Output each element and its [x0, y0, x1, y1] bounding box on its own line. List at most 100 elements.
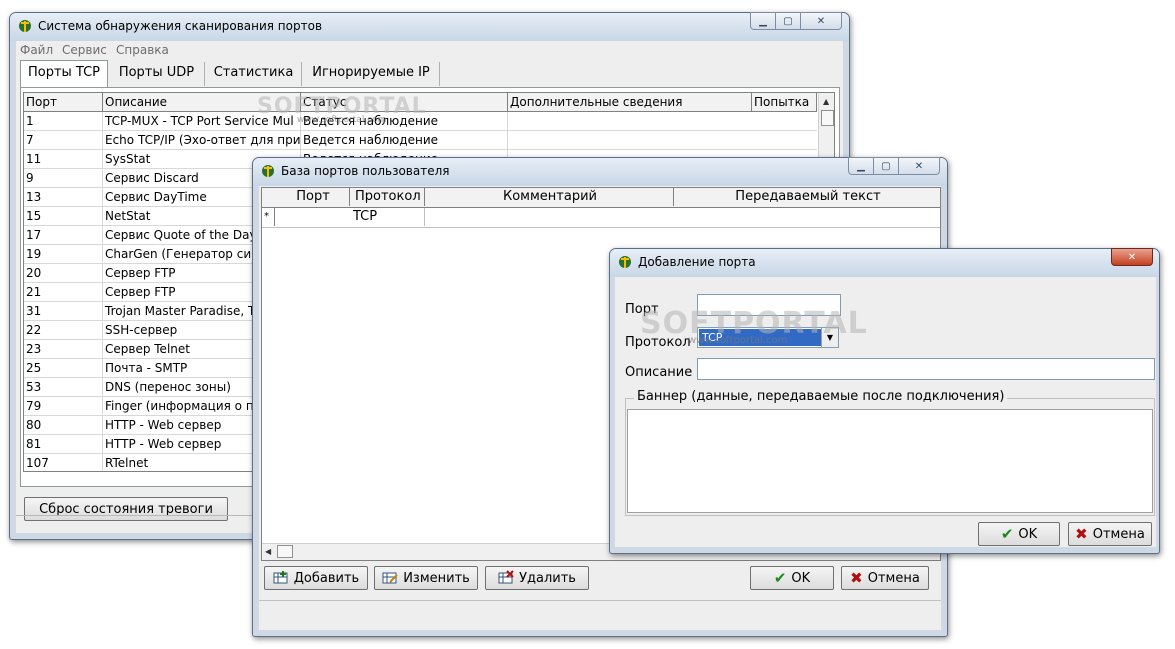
userdb-row[interactable]: * TCP	[262, 208, 940, 228]
cell-port: 19	[24, 245, 103, 263]
tab-tcp-ports[interactable]: Порты TCP	[20, 60, 108, 87]
cell-port: 1	[24, 112, 103, 130]
userdb-col-port[interactable]: Порт	[275, 188, 350, 206]
cell-port: 23	[24, 340, 103, 358]
userdb-ok-button[interactable]: ✔ OK	[750, 566, 834, 590]
userdb-titlebar[interactable]: База портов пользователя ▁ ▢ ✕	[253, 157, 947, 186]
cell-port: 13	[24, 188, 103, 206]
userdb-grid-header: Порт Протокол Комментарий Передаваемый т…	[262, 188, 940, 208]
addport-title: Добавление порта	[638, 255, 756, 269]
addport-ok-label: OK	[1018, 526, 1038, 542]
banner-legend: Баннер (данные, передаваемые после подкл…	[634, 389, 1008, 404]
maximize-icon: ▢	[881, 160, 891, 172]
userdb-title: База портов пользователя	[281, 164, 450, 178]
tab-ignored-label: Игнорируемые IP	[312, 65, 430, 80]
col-port[interactable]: Порт	[24, 93, 103, 111]
check-icon: ✔	[773, 569, 787, 587]
scroll-thumb[interactable]	[821, 110, 834, 126]
app-icon	[619, 256, 631, 268]
edit-button[interactable]: Изменить	[374, 566, 478, 590]
cell-status: Ведется наблюдение	[301, 131, 508, 149]
description-label: Описание	[625, 365, 693, 380]
cell-port: 53	[24, 378, 103, 396]
add-button[interactable]: Добавить	[264, 566, 368, 590]
hscroll-thumb[interactable]	[277, 545, 293, 558]
scroll-left-arrow[interactable]: ◀	[265, 547, 271, 556]
delete-button[interactable]: Удалить	[485, 566, 589, 590]
cell-port: 17	[24, 226, 103, 244]
minimize-icon: ▁	[857, 160, 865, 172]
close-button[interactable]: ✕	[800, 12, 842, 30]
cell-port: 11	[24, 150, 103, 168]
tab-statistics-label: Статистика	[213, 65, 294, 80]
cell-port: 15	[24, 207, 103, 225]
minimize-icon: ▁	[759, 15, 767, 27]
userdb-col-comment[interactable]: Комментарий	[425, 188, 674, 206]
cell-port: 22	[24, 321, 103, 339]
row-protocol[interactable]: TCP	[350, 208, 425, 226]
col-extra[interactable]: Дополнительные сведения	[508, 93, 752, 111]
menu-service[interactable]: Сервис	[62, 43, 107, 57]
menu-file[interactable]: Файл	[20, 43, 53, 57]
userdb-maximize-button[interactable]: ▢	[873, 157, 899, 175]
addport-titlebar[interactable]: Добавление порта ✕	[610, 248, 1159, 277]
userdb-col-protocol[interactable]: Протокол	[350, 188, 425, 206]
cell-port: 7	[24, 131, 103, 149]
userdb-cancel-label: Отмена	[867, 570, 920, 586]
userdb-cancel-button[interactable]: ✖ Отмена	[841, 566, 929, 590]
tab-statistics[interactable]: Статистика	[206, 62, 302, 86]
watermark: SOFTPORTAL www.softportal.com	[257, 94, 427, 125]
add-record-icon	[273, 571, 288, 584]
cell-port: 80	[24, 416, 103, 434]
description-input[interactable]	[697, 358, 1155, 380]
delete-label: Удалить	[519, 570, 576, 586]
userdb-status-bar	[259, 600, 941, 628]
cell-port: 107	[24, 454, 103, 471]
cell-description: Echo TCP/IP (Эхо-ответ для при	[105, 131, 301, 149]
main-titlebar[interactable]: Система обнаружения сканирования портов …	[10, 12, 849, 41]
menu-help[interactable]: Справка	[116, 43, 169, 57]
addport-cancel-label: Отмена	[1092, 526, 1145, 542]
cell-port: 79	[24, 397, 103, 415]
maximize-icon: ▢	[783, 15, 793, 27]
tab-udp-label: Порты UDP	[118, 65, 195, 80]
tab-tcp-label: Порты TCP	[27, 65, 101, 80]
cell-port: 21	[24, 283, 103, 301]
delete-record-icon	[498, 570, 514, 584]
cell-port: 81	[24, 435, 103, 453]
col-attempt[interactable]: Попытка	[752, 93, 817, 111]
cancel-x-icon: ✖	[850, 569, 863, 587]
userdb-close-button[interactable]: ✕	[898, 157, 940, 175]
maximize-button[interactable]: ▢	[775, 12, 801, 30]
close-icon: ✕	[914, 160, 924, 172]
banner-group: Баннер (данные, передаваемые после подкл…	[625, 389, 1155, 516]
cancel-x-icon: ✖	[1075, 525, 1088, 543]
table-row[interactable]: 7 Echo TCP/IP (Эхо-ответ для при Ведется н…	[24, 131, 817, 150]
addport-close-button[interactable]: ✕	[1111, 248, 1153, 266]
app-icon	[262, 165, 274, 177]
userdb-ok-label: OK	[791, 570, 811, 586]
userdb-minimize-button[interactable]: ▁	[848, 157, 874, 175]
cell-port: 25	[24, 359, 103, 377]
tab-strip: Порты TCP Порты UDP Статистика Игнорируе…	[20, 59, 440, 87]
userdb-col-text[interactable]: Передаваемый текст	[674, 188, 940, 206]
addport-ok-button[interactable]: ✔ OK	[978, 522, 1060, 546]
edit-record-icon	[382, 572, 398, 584]
close-icon: ✕	[1127, 251, 1137, 263]
add-label: Добавить	[293, 570, 360, 586]
edit-label: Изменить	[403, 570, 470, 586]
check-icon: ✔	[1000, 525, 1014, 543]
minimize-button[interactable]: ▁	[750, 12, 776, 30]
banner-textarea[interactable]	[627, 409, 1153, 513]
menu-bar: Файл Сервис Справка	[16, 41, 843, 58]
addport-cancel-button[interactable]: ✖ Отмена	[1068, 522, 1152, 546]
tab-ignored-ip[interactable]: Игнорируемые IP	[303, 62, 440, 86]
tab-udp-ports[interactable]: Порты UDP	[109, 62, 205, 86]
watermark: SOFTPORTAL www.softportal.com	[640, 306, 868, 346]
row-marker: *	[262, 208, 275, 226]
addport-dialog: Добавление порта ✕ Порт Протокол TCP ▼ О…	[609, 248, 1160, 554]
app-icon	[19, 20, 31, 32]
scroll-up-arrow[interactable]: ▲	[823, 97, 829, 106]
cell-port: 9	[24, 169, 103, 187]
main-title: Система обнаружения сканирования портов	[38, 19, 323, 33]
